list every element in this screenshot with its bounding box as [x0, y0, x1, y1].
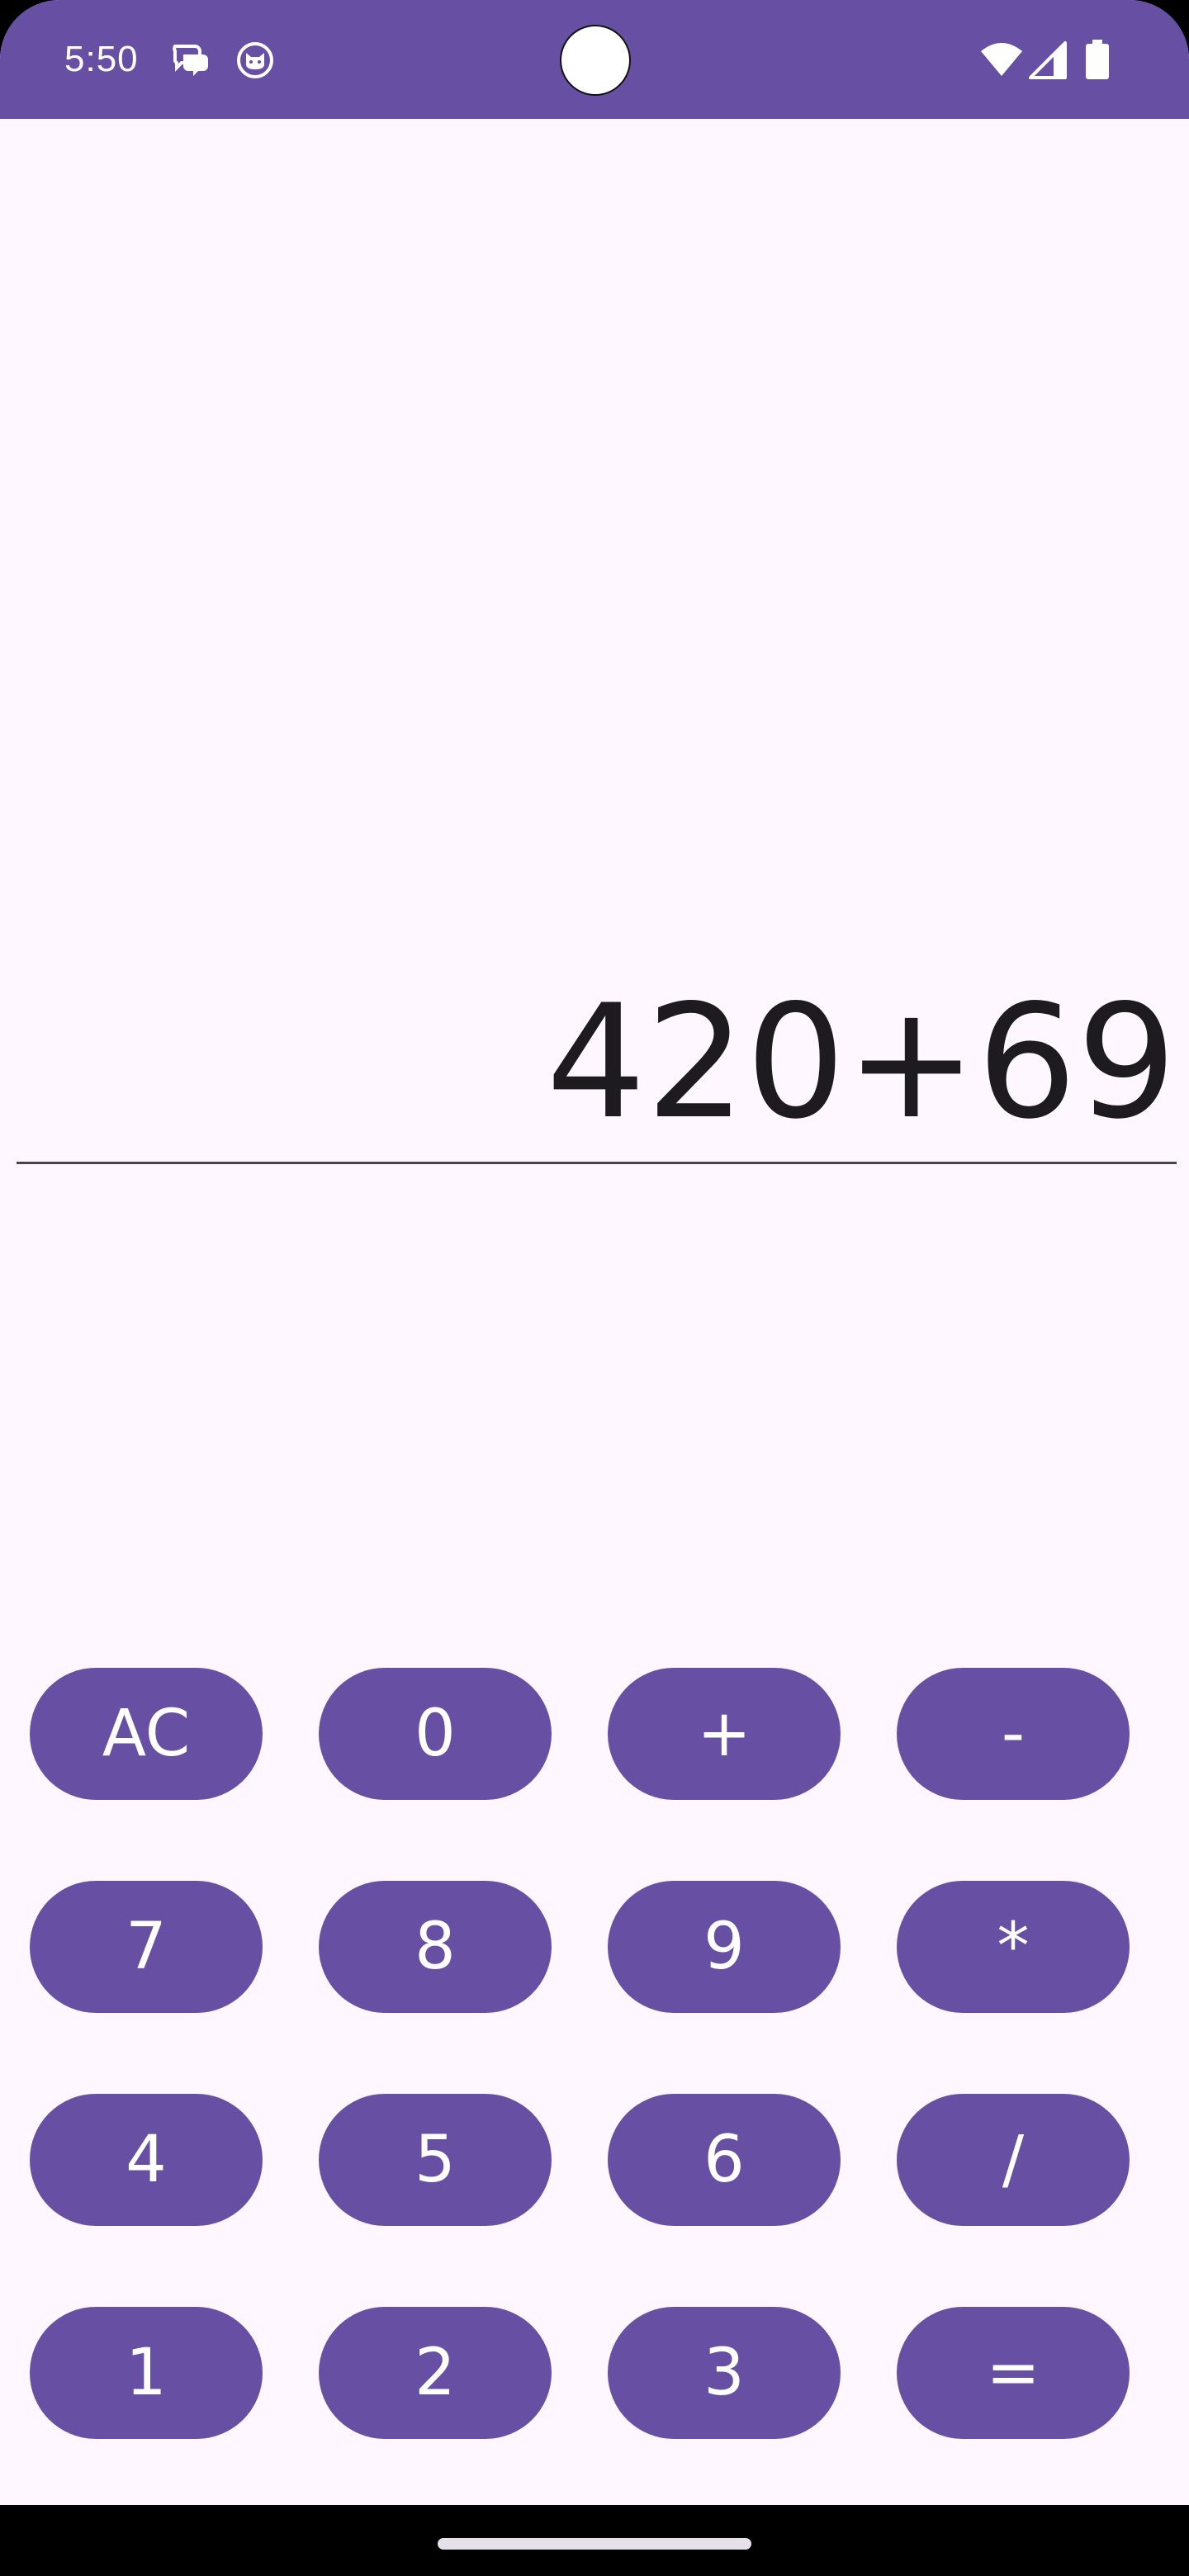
status-bar: 5:50	[0, 0, 1189, 119]
cat-face-icon	[234, 40, 276, 81]
key-8-button[interactable]: 8	[319, 1881, 552, 2013]
key-divide-button[interactable]: /	[897, 2094, 1130, 2226]
chat-bubbles-icon	[170, 40, 211, 81]
display-underline	[17, 1162, 1177, 1164]
expression-display[interactable]: 420+69	[17, 974, 1177, 1164]
key-equals-button[interactable]: =	[897, 2307, 1130, 2439]
key-minus-button[interactable]: -	[897, 1668, 1130, 1800]
key-ac-button[interactable]: AC	[30, 1668, 263, 1800]
calculator-screen: 5:50 420+69 AC 0 + - 7 8 9 * 4 5 6 / 1 2…	[0, 0, 1189, 2576]
home-gesture-handle[interactable]	[438, 2538, 751, 2550]
key-4-button[interactable]: 4	[30, 2094, 263, 2226]
status-time: 5:50	[64, 39, 139, 79]
key-6-button[interactable]: 6	[608, 2094, 841, 2226]
wifi-icon	[979, 40, 1022, 81]
key-0-button[interactable]: 0	[319, 1668, 552, 1800]
key-7-button[interactable]: 7	[30, 1881, 263, 2013]
key-5-button[interactable]: 5	[319, 2094, 552, 2226]
battery-icon	[1083, 40, 1125, 81]
key-multiply-button[interactable]: *	[897, 1881, 1130, 2013]
key-plus-button[interactable]: +	[608, 1668, 841, 1800]
key-3-button[interactable]: 3	[608, 2307, 841, 2439]
expression-text: 420+69	[546, 971, 1177, 1153]
key-2-button[interactable]: 2	[319, 2307, 552, 2439]
camera-cutout	[560, 25, 631, 96]
cellular-signal-icon	[1029, 40, 1070, 81]
key-1-button[interactable]: 1	[30, 2307, 263, 2439]
navigation-bar	[0, 2505, 1189, 2576]
key-9-button[interactable]: 9	[608, 1881, 841, 2013]
